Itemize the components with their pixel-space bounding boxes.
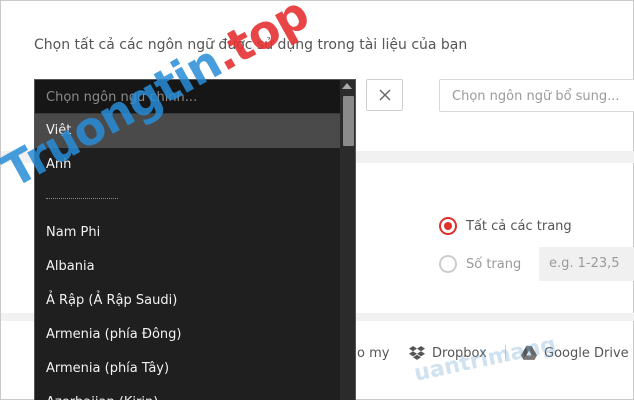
source-my-label: o my xyxy=(357,345,390,361)
language-option[interactable]: Nam Phi xyxy=(35,216,340,250)
scrollbar-thumb[interactable] xyxy=(343,96,354,146)
language-option[interactable]: Armenia (phía Đông) xyxy=(35,318,340,352)
all-pages-label: Tất cả các trang xyxy=(466,218,572,234)
clear-language-button[interactable] xyxy=(366,79,403,111)
page-range-input[interactable]: e.g. 1-23,5 xyxy=(539,247,634,281)
language-option[interactable]: Armenia (phía Tây) xyxy=(35,352,340,386)
all-pages-radio[interactable] xyxy=(439,217,457,235)
dropbox-icon xyxy=(409,346,425,360)
source-my[interactable]: o my xyxy=(357,343,389,363)
page-numbers-radio[interactable] xyxy=(439,255,457,273)
all-pages-option[interactable]: Tất cả các trang xyxy=(439,214,572,238)
language-option[interactable]: Azerbaijan (Kirin) xyxy=(35,386,340,400)
page-numbers-label: Số trang xyxy=(466,256,522,272)
close-icon xyxy=(379,89,390,101)
secondary-language-input[interactable]: Chọn ngôn ngữ bổ sung... xyxy=(439,79,634,112)
watermark-small: uantrimang xyxy=(411,332,559,387)
page-numbers-option[interactable]: Số trang xyxy=(439,252,521,276)
scroll-up-icon[interactable] xyxy=(342,83,352,89)
language-option[interactable]: Ả Rập (Ả Rập Saudi) xyxy=(35,284,340,318)
language-option[interactable]: Albania xyxy=(35,250,340,284)
list-separator xyxy=(35,182,340,216)
